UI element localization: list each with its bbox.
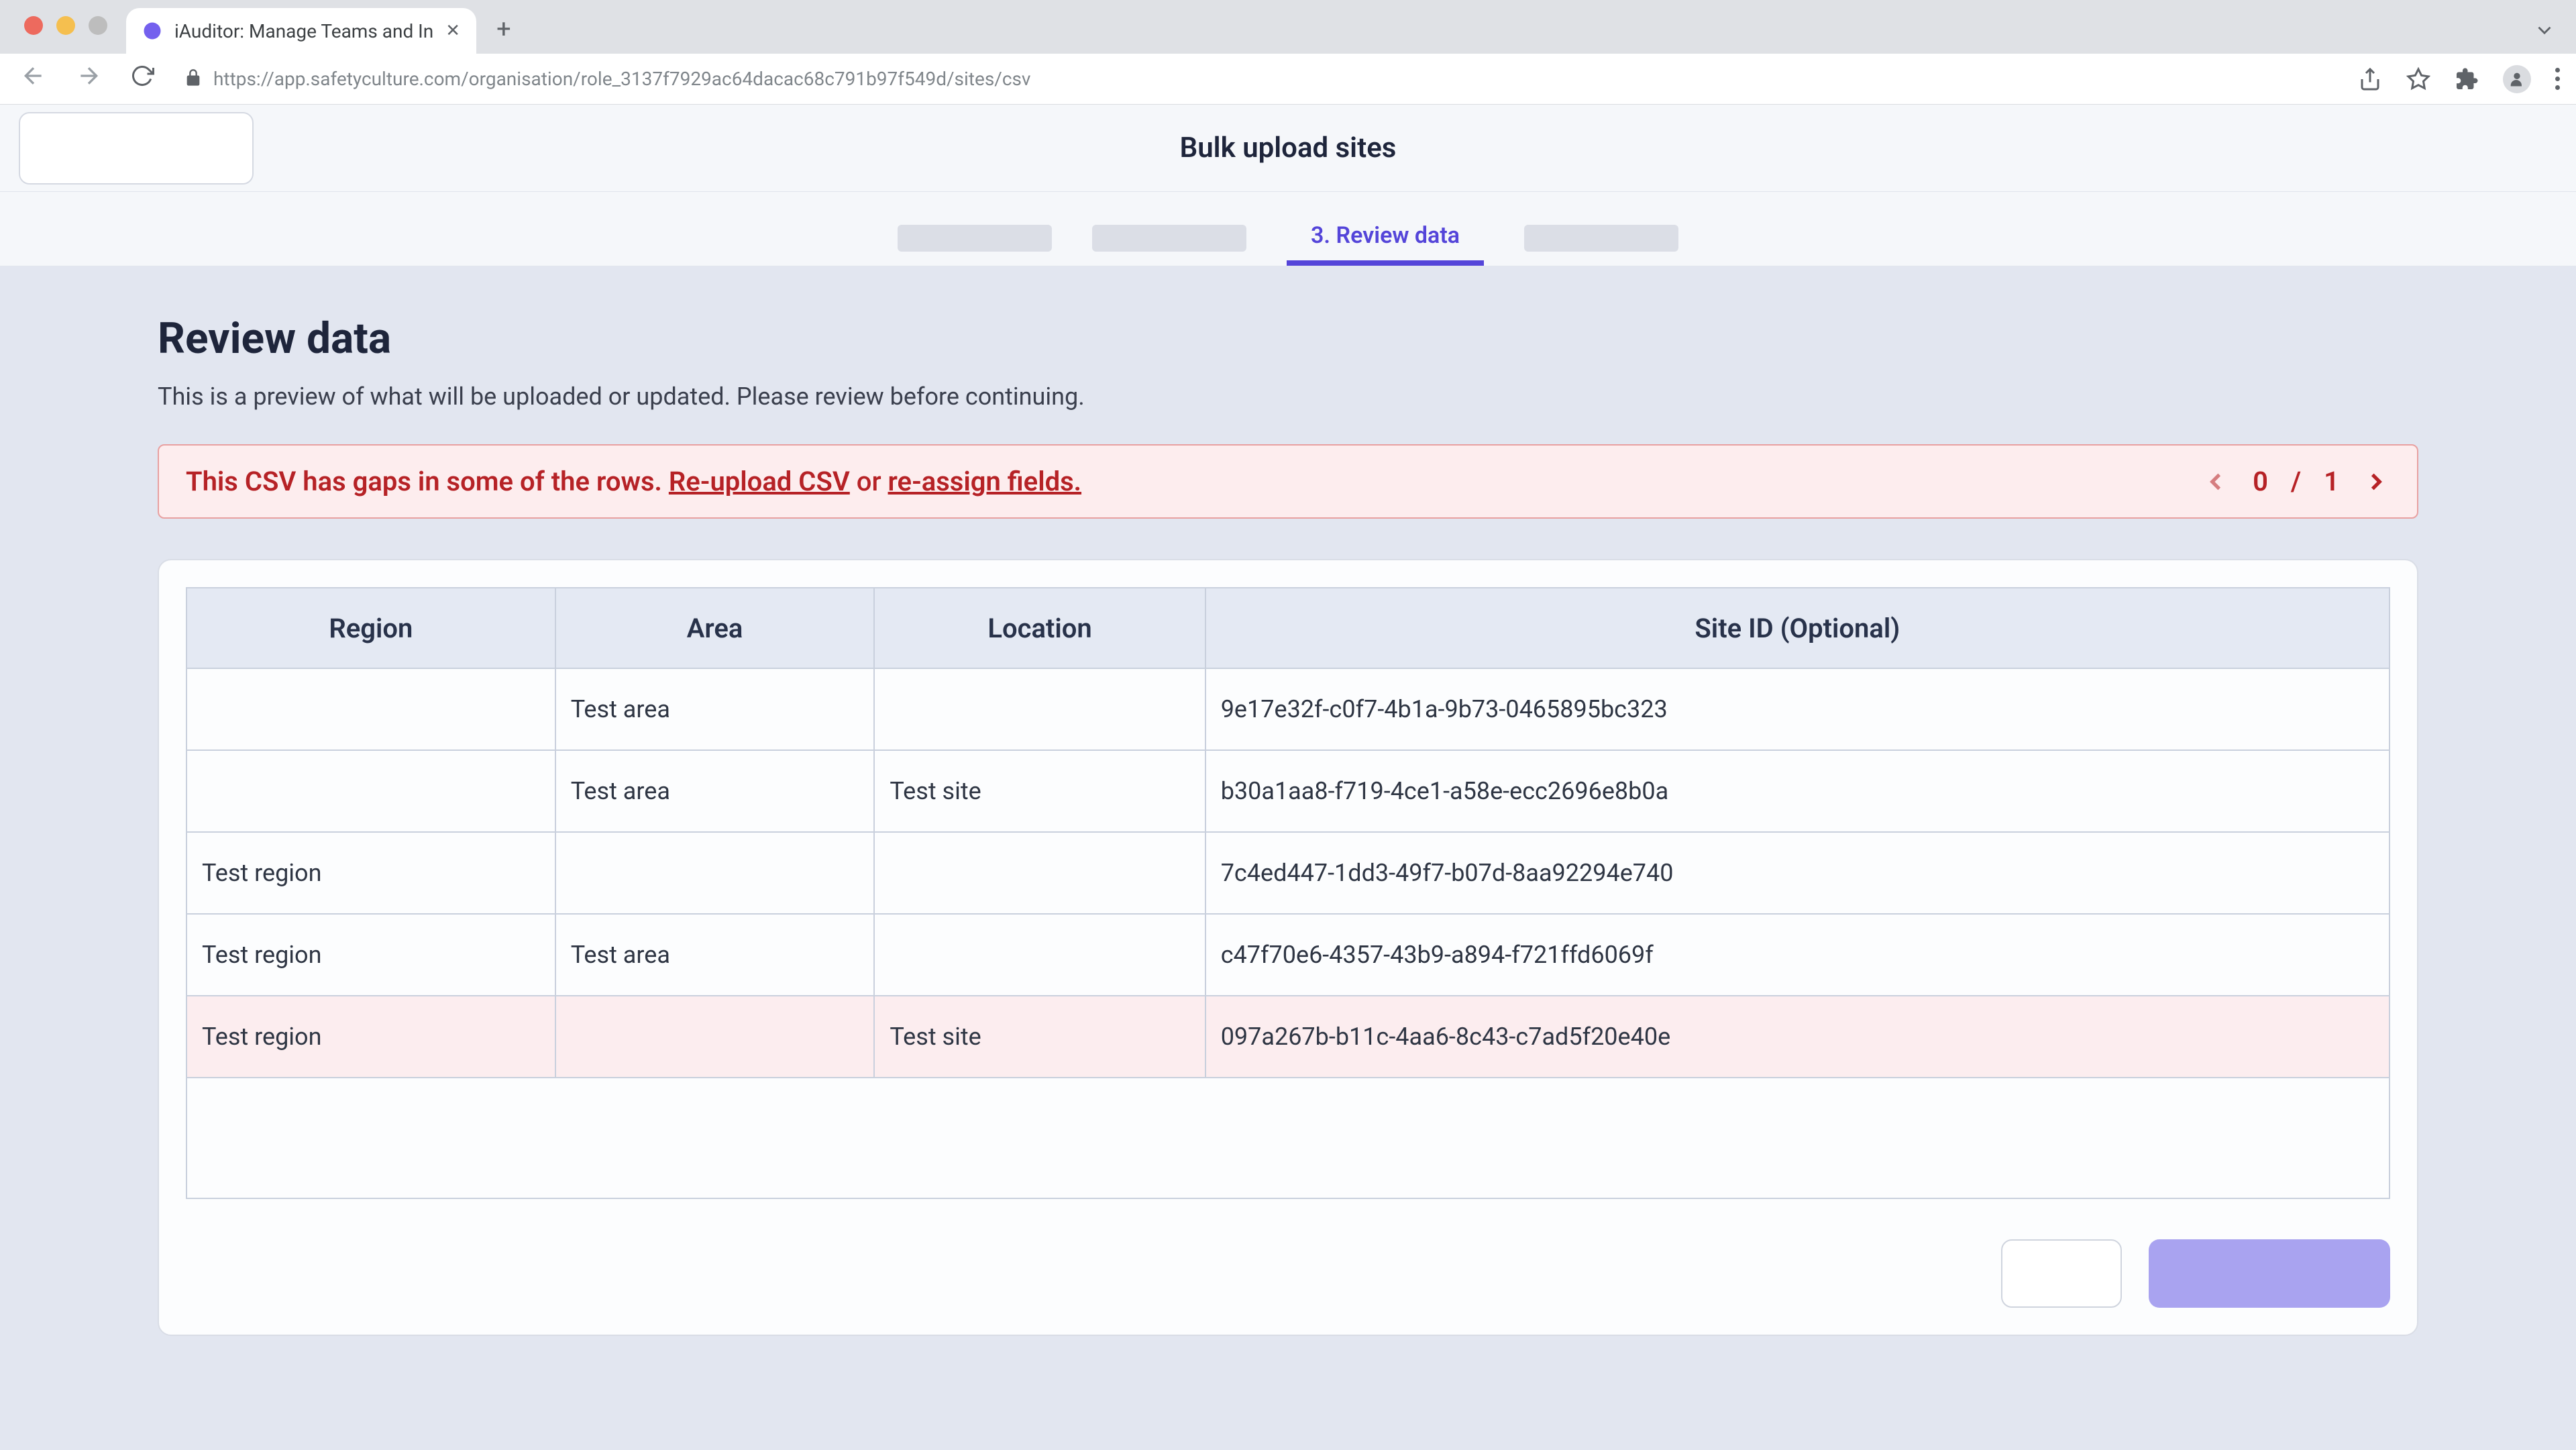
data-preview-card: Region Area Location Site ID (Optional) … (158, 559, 2418, 1336)
reassign-fields-link[interactable]: re-assign fields. (888, 466, 1082, 497)
bookmark-icon[interactable] (2406, 67, 2430, 91)
cell-area: Test area (555, 750, 875, 832)
cell-area: Test area (555, 668, 875, 750)
pager-next-icon[interactable] (2362, 468, 2390, 496)
col-area: Area (555, 588, 875, 668)
stepper: 3. Review data (0, 192, 2576, 266)
pager-total: 1 (2324, 466, 2339, 497)
section-subtitle: This is a preview of what will be upload… (158, 382, 2418, 411)
table-row: Test region Test site097a267b-b11c-4aa6-8… (186, 996, 2390, 1078)
cell-area (555, 996, 875, 1078)
table-header-row: Region Area Location Site ID (Optional) (186, 588, 2390, 668)
app-header: Bulk upload sites (0, 105, 2576, 192)
pager-current: 0 (2253, 466, 2268, 497)
main-content: Review data This is a preview of what wi… (0, 266, 2576, 1450)
cell-site_id: c47f70e6-4357-43b9-a894-f721ffd6069f (1205, 914, 2390, 996)
col-location: Location (874, 588, 1205, 668)
table-empty-space (186, 1078, 2390, 1199)
cell-region (186, 668, 555, 750)
back-button[interactable] (2001, 1239, 2122, 1308)
table-row: Test area 9e17e32f-c0f7-4b1a-9b73-0465895… (186, 668, 2390, 750)
back-button[interactable] (16, 62, 51, 96)
cell-location: Test site (874, 750, 1205, 832)
window-close-icon[interactable] (24, 16, 43, 35)
continue-button[interactable] (2149, 1239, 2390, 1308)
table-row: Test areaTest siteb30a1aa8-f719-4ce1-a58… (186, 750, 2390, 832)
page-title: Bulk upload sites (19, 132, 2557, 164)
new-tab-button[interactable]: + (476, 15, 531, 54)
pager-prev-icon[interactable] (2202, 468, 2230, 496)
browser-toolbar: https://app.safetyculture.com/organisati… (0, 54, 2576, 105)
cell-region (186, 750, 555, 832)
cell-location (874, 914, 1205, 996)
col-region: Region (186, 588, 555, 668)
cell-site_id: b30a1aa8-f719-4ce1-a58e-ecc2696e8b0a (1205, 750, 2390, 832)
window-maximize-icon[interactable] (89, 16, 107, 35)
reupload-csv-link[interactable]: Re-upload CSV (669, 466, 850, 497)
step-4[interactable] (1524, 211, 1678, 266)
tab-dropdown-icon[interactable] (2533, 19, 2576, 54)
tab-close-icon[interactable]: ✕ (445, 21, 460, 41)
url-text: https://app.safetyculture.com/organisati… (213, 68, 2332, 90)
menu-icon[interactable] (2555, 68, 2560, 90)
step-3-review-data[interactable]: 3. Review data (1287, 211, 1484, 266)
cell-location: Test site (874, 996, 1205, 1078)
browser-actions (2358, 65, 2560, 93)
cell-region: Test region (186, 914, 555, 996)
browser-tab[interactable]: iAuditor: Manage Teams and In ✕ (126, 8, 476, 54)
alert-pager: 0 / 1 (2202, 466, 2390, 497)
extensions-icon[interactable] (2455, 67, 2479, 91)
cell-location (874, 832, 1205, 914)
forward-button[interactable] (71, 62, 106, 96)
step-2[interactable] (1092, 211, 1246, 266)
profile-avatar-icon[interactable] (2503, 65, 2531, 93)
tab-title: iAuditor: Manage Teams and In (174, 20, 433, 42)
preview-table: Region Area Location Site ID (Optional) … (186, 587, 2390, 1078)
cell-region: Test region (186, 996, 555, 1078)
section-heading: Review data (158, 313, 2418, 364)
cell-region: Test region (186, 832, 555, 914)
table-row: Test region 7c4ed447-1dd3-49f7-b07d-8aa92… (186, 832, 2390, 914)
window-minimize-icon[interactable] (56, 16, 75, 35)
cell-site_id: 097a267b-b11c-4aa6-8c43-c7ad5f20e40e (1205, 996, 2390, 1078)
footer-actions (186, 1239, 2390, 1308)
pager-sep: / (2291, 466, 2301, 497)
address-bar[interactable]: https://app.safetyculture.com/organisati… (178, 68, 2338, 90)
step-1[interactable] (898, 211, 1052, 266)
cell-site_id: 9e17e32f-c0f7-4b1a-9b73-0465895bc323 (1205, 668, 2390, 750)
reload-button[interactable] (126, 63, 158, 95)
browser-tab-bar: iAuditor: Manage Teams and In ✕ + (0, 0, 2576, 54)
cell-area: Test area (555, 914, 875, 996)
window-controls (0, 0, 131, 51)
alert-message: This CSV has gaps in some of the rows. R… (186, 466, 1081, 497)
cell-site_id: 7c4ed447-1dd3-49f7-b07d-8aa92294e740 (1205, 832, 2390, 914)
share-icon[interactable] (2358, 67, 2382, 91)
cell-area (555, 832, 875, 914)
col-site-id: Site ID (Optional) (1205, 588, 2390, 668)
favicon-icon (142, 21, 162, 41)
csv-gaps-alert: This CSV has gaps in some of the rows. R… (158, 444, 2418, 519)
lock-icon (184, 68, 203, 90)
cell-location (874, 668, 1205, 750)
table-row: Test regionTest area c47f70e6-4357-43b9-a… (186, 914, 2390, 996)
